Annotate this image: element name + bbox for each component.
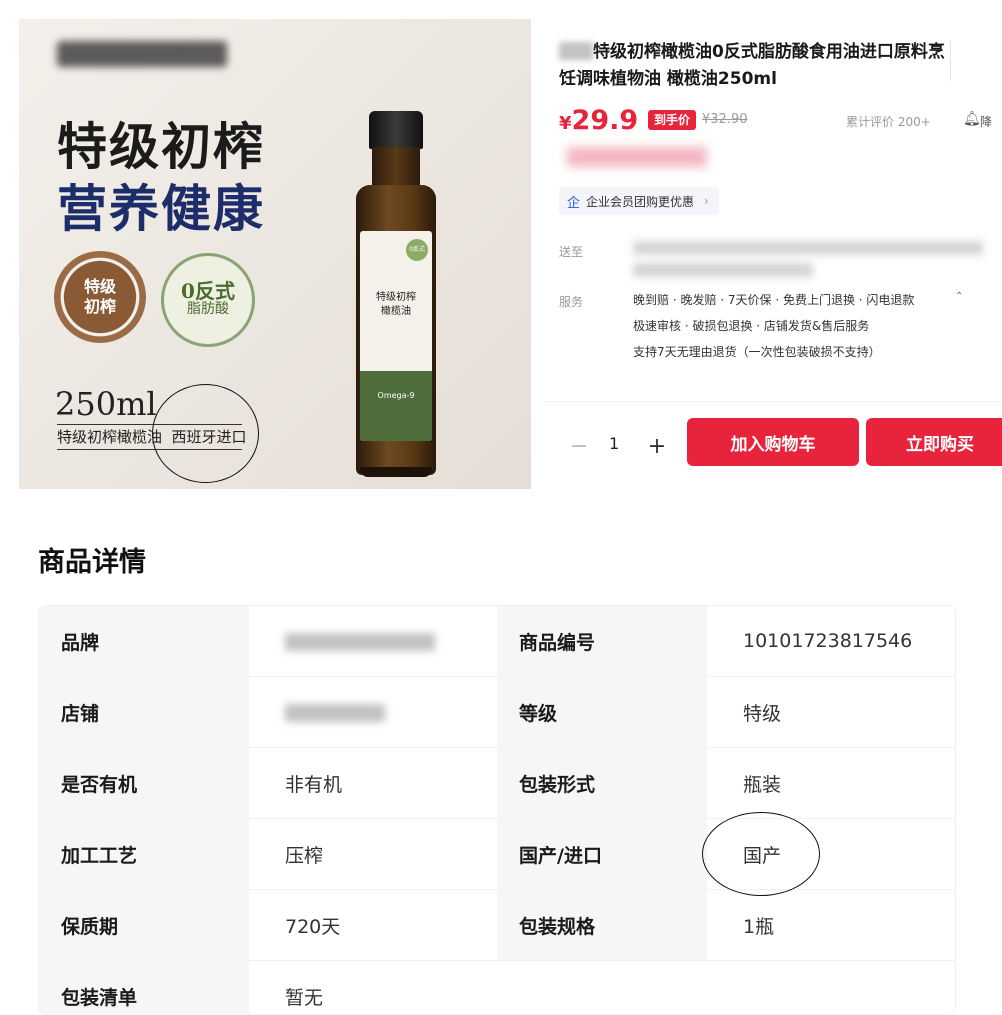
table-row: 保质期 720天 包装规格 1瓶 [39,890,955,961]
table-row: 品牌 商品编号 10101723817546 [39,606,955,677]
product-title: 特级初榨橄榄油0反式脂肪酸食用油进口原料烹饪调味植物油 橄榄油250ml [559,39,959,93]
chevron-right-icon: › [704,194,709,208]
bottle-label-band: Omega-9 [360,371,432,441]
address-blurred[interactable] [633,263,813,277]
price-value: 29.9 [572,105,639,136]
ship-to-label: 送至 [559,243,583,260]
trans-fat-seal-small: 脂肪酸 [187,301,229,317]
quantity-decrease-button[interactable]: − [559,426,599,466]
original-price: ¥32.90 [702,112,748,127]
spec-value: 720天 [249,890,497,961]
spec-key: 包装清单 [39,961,249,1015]
annotation-circle [152,384,259,483]
bottle-label: 0反式 特级初榨 橄榄油 Omega-9 [360,231,432,441]
buy-now-button[interactable]: 立即购买 [866,418,1002,466]
service-line: 晚到赔 · 晚发赔 · 7天价保 · 免费上门退换 · 闪电退款 [633,291,914,308]
spec-key: 店铺 [39,677,249,748]
grade-seal-text: 特级 初榨 [84,277,116,317]
hero-headline-2: 营养健康 [57,169,265,241]
spec-empty [707,961,955,1015]
add-to-cart-button[interactable]: 加入购物车 [687,418,859,466]
spec-table: 品牌 商品编号 10101723817546 店铺 等级 特级 是否有机 非有机… [38,605,956,1015]
final-price-tag: 到手价 [648,110,696,130]
spec-empty [497,961,707,1015]
spec-value-blurred [249,677,497,748]
trans-fat-seal-big: 0反式 [181,282,235,300]
spec-key: 是否有机 [39,748,249,819]
bottle-omega: Omega-9 [360,391,432,400]
spec-value: 10101723817546 [707,606,955,677]
brand-value-blurred [285,633,435,651]
brand-blurred [559,42,593,60]
trans-fat-seal: 0反式 脂肪酸 [161,253,255,347]
spec-key: 等级 [497,677,707,748]
spec-value: 非有机 [249,748,497,819]
trans-fat-seal-text: 0反式 脂肪酸 [181,282,235,318]
product-image[interactable]: 特级初榨 营养健康 特级 初榨 0反式 脂肪酸 250ml 特级初榨橄榄油 西班… [19,19,531,489]
brand-logo-blurred [57,41,227,67]
spec-value: 压榨 [249,819,497,890]
spec-key: 商品编号 [497,606,707,677]
spec-key: 包装规格 [497,890,707,961]
grade-seal: 特级 初榨 [54,251,146,343]
quantity-value[interactable]: 1 [609,434,619,453]
service-line: 支持7天无理由退货（一次性包装破损不支持） [633,343,881,360]
product-title-text: 特级初榨橄榄油0反式脂肪酸食用油进口原料烹饪调味植物油 橄榄油250ml [559,42,945,89]
promo-blurred [567,147,707,167]
current-price: ¥29.9 [559,105,638,136]
bottle-badge: 0反式 [406,239,428,261]
annotation-circle [702,812,820,896]
spec-table-grid: 品牌 商品编号 10101723817546 店铺 等级 特级 是否有机 非有机… [39,606,955,1015]
corp-offer-link[interactable]: 企 企业会员团购更优惠 › [559,187,719,215]
corp-offer-text: 企业会员团购更优惠 [586,193,694,210]
bottle-illustration: 0反式 特级初榨 橄榄油 Omega-9 [356,111,436,481]
spec-key: 品牌 [39,606,249,677]
bottle-cap [369,111,423,149]
review-count[interactable]: 累计评价 200+ [846,113,931,130]
spec-value: 特级 [707,677,955,748]
hero-volume: 250ml [55,385,157,423]
address-blurred[interactable] [633,241,983,255]
purchase-bar: − 1 + 加入购物车 立即购买 [545,401,1002,490]
bell-icon[interactable]: 🔔︎ [963,111,981,127]
service-label: 服务 [559,293,583,310]
bottle-label-title: 特级初榨 橄榄油 [366,291,426,319]
table-row: 包装清单 暂无 [39,961,955,1015]
bottle-base [360,467,432,477]
currency-symbol: ¥ [559,113,572,134]
spec-key: 加工工艺 [39,819,249,890]
product-info-panel: 特级初榨橄榄油0反式脂肪酸食用油进口原料烹饪调味植物油 橄榄油250ml ¥29… [545,19,1002,489]
enterprise-icon: 企 [567,192,580,211]
store-value-blurred [285,704,385,722]
quantity-increase-button[interactable]: + [637,426,677,466]
table-row: 店铺 等级 特级 [39,677,955,748]
spec-key: 包装形式 [497,748,707,819]
divider [950,41,951,81]
spec-key: 国产/进口 [497,819,707,890]
chevron-up-icon[interactable]: ⌃ [955,291,963,302]
service-line: 极速审核 · 破损包退换 · 店铺发货&售后服务 [633,317,869,334]
spec-value-blurred [249,606,497,677]
price-row: ¥29.9 到手价 ¥32.90 累计评价 200+ 🔔︎ 降 [559,105,1002,135]
table-row: 是否有机 非有机 包装形式 瓶装 [39,748,955,819]
spec-value: 暂无 [249,961,497,1015]
spec-key: 保质期 [39,890,249,961]
spec-value: 1瓶 [707,890,955,961]
price-drop-notify[interactable]: 降 [980,113,992,130]
spec-value: 瓶装 [707,748,955,819]
details-title: 商品详情 [38,540,146,579]
